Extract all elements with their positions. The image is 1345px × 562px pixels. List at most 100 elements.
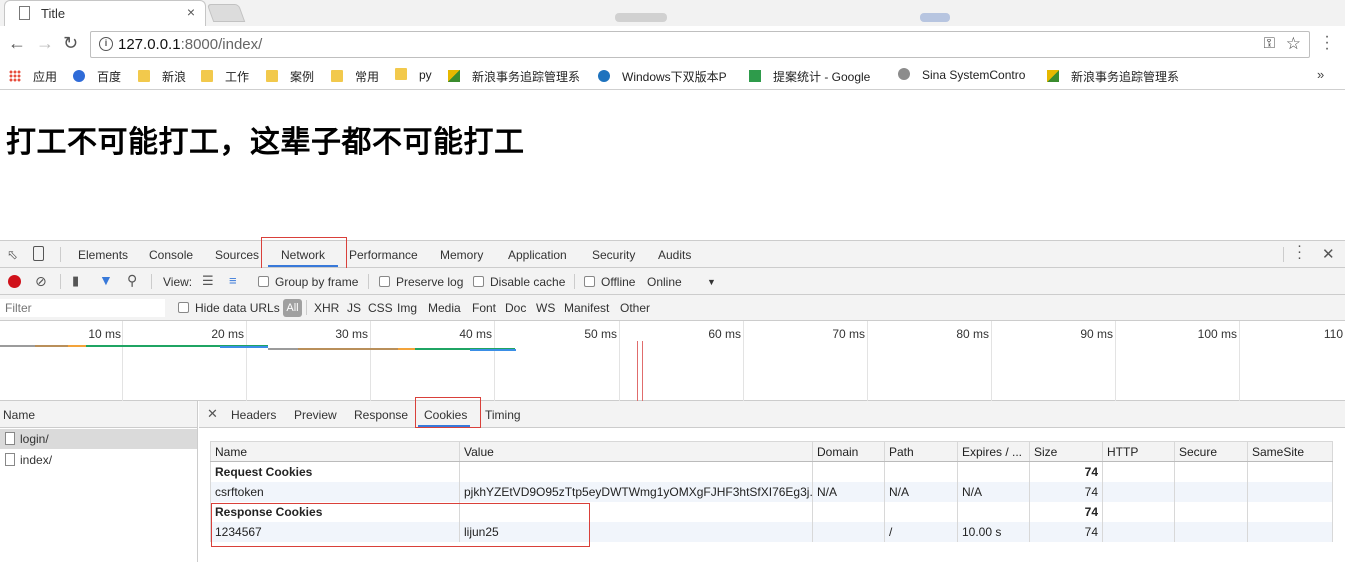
filter-manifest[interactable]: Manifest	[564, 301, 609, 315]
column-header[interactable]: Expires / ...	[957, 441, 1030, 462]
inspect-element-icon[interactable]: ⬁	[7, 247, 18, 263]
bookmark-item[interactable]: 新浪事务追踪管理系	[448, 68, 586, 84]
hide-data-urls-checkbox[interactable]: Hide data URLs	[178, 301, 280, 315]
filter-ws[interactable]: WS	[536, 301, 555, 315]
record-icon[interactable]	[8, 275, 21, 288]
tab-performance[interactable]: Performance	[349, 248, 418, 262]
cookie-row[interactable]: csrftoken pjkhYZEtVD9O95zTtp5eyDWTWmg1yO…	[210, 481, 1333, 502]
device-toolbar-icon[interactable]	[33, 246, 44, 261]
clear-icon[interactable]: ⊘	[35, 273, 47, 290]
tab-memory[interactable]: Memory	[440, 248, 483, 262]
request-list-header[interactable]: Name	[0, 401, 197, 428]
address-bar[interactable]: i 127.0.0.1:8000/index/ ⚿ ☆	[90, 31, 1310, 58]
throttling-select[interactable]: Online	[647, 275, 682, 289]
capture-screenshots-icon[interactable]: ▮	[72, 273, 79, 289]
filter-img[interactable]: Img	[397, 301, 417, 315]
column-header[interactable]: HTTP	[1102, 441, 1175, 462]
bookmark-item[interactable]: Windows下双版本P	[598, 68, 746, 84]
tab-preview[interactable]: Preview	[294, 408, 337, 422]
column-header[interactable]: Size	[1029, 441, 1103, 462]
column-header[interactable]: Name	[210, 441, 460, 462]
cookie-cell	[459, 461, 813, 482]
tab-application[interactable]: Application	[508, 248, 567, 262]
checkbox[interactable]	[584, 276, 595, 287]
google-sheets-icon	[749, 70, 761, 82]
checkbox[interactable]	[258, 276, 269, 287]
tab-timing[interactable]: Timing	[485, 408, 521, 422]
checkbox[interactable]	[473, 276, 484, 287]
group-by-frame-checkbox[interactable]: Group by frame	[258, 275, 358, 289]
new-tab-button[interactable]	[206, 4, 246, 22]
filter-css[interactable]: CSS	[368, 301, 393, 315]
filter-media[interactable]: Media	[428, 301, 461, 315]
highlight-box-response-cookies	[211, 503, 590, 547]
filter-xhr[interactable]: XHR	[314, 301, 339, 315]
back-arrow-icon[interactable]: ←	[8, 34, 26, 52]
bookmark-item[interactable]: 新浪事务追踪管理系	[1047, 68, 1185, 84]
tab-headers[interactable]: Headers	[231, 408, 276, 422]
checkbox[interactable]	[379, 276, 390, 287]
request-bar	[298, 348, 398, 350]
tab-console[interactable]: Console	[149, 248, 193, 262]
separator	[368, 274, 369, 289]
bookmark-item[interactable]: 提案统计 - Google	[749, 68, 885, 84]
bookmark-item[interactable]: 百度	[73, 68, 121, 84]
bookmark-item[interactable]: 应用	[9, 68, 57, 84]
list-view-icon[interactable]: ☰	[202, 273, 214, 289]
preserve-log-checkbox[interactable]: Preserve log	[379, 275, 463, 289]
network-overview-timeline[interactable]: 10 ms 20 ms 30 ms 40 ms 50 ms 60 ms 70 m…	[0, 321, 1345, 401]
bookmark-item[interactable]: 工作	[201, 68, 249, 84]
browser-menu-icon[interactable]: · · ·	[1322, 29, 1332, 57]
offline-checkbox[interactable]: Offline	[584, 275, 635, 289]
cookie-cell	[812, 461, 885, 482]
document-icon	[5, 453, 15, 466]
bookmark-item[interactable]: 常用	[331, 68, 379, 84]
bookmarks-bar: 应用 百度 新浪 工作 案例 常用 py 新浪事务追踪管理系 Windows下双…	[0, 62, 1345, 90]
column-header[interactable]: Path	[884, 441, 958, 462]
filter-all-button[interactable]: All	[283, 299, 302, 317]
reload-icon[interactable]: ↻	[63, 34, 78, 52]
request-bar	[398, 348, 415, 350]
bookmark-item[interactable]: 案例	[266, 68, 314, 84]
filter-other[interactable]: Other	[620, 301, 650, 315]
column-header[interactable]: Domain	[812, 441, 885, 462]
devtools-menu-icon[interactable]: · · ·	[1297, 238, 1302, 265]
waterfall-view-icon[interactable]: ≡	[229, 273, 237, 288]
timeline-tick-label: 110	[1323, 327, 1343, 341]
search-icon[interactable]: ⚲	[127, 272, 137, 289]
close-detail-icon[interactable]: ✕	[207, 406, 218, 422]
bookmark-item[interactable]: py	[395, 68, 432, 84]
browser-tab-title[interactable]: Title ×	[4, 0, 206, 26]
tab-sources[interactable]: Sources	[215, 248, 259, 262]
bookmarks-overflow-icon[interactable]: »	[1317, 67, 1324, 82]
tab-audits[interactable]: Audits	[658, 248, 691, 262]
checkbox[interactable]	[178, 302, 189, 313]
tab-elements[interactable]: Elements	[78, 248, 128, 262]
highlight-box-network	[261, 237, 347, 269]
url-text[interactable]: 127.0.0.1:8000/index/	[118, 36, 262, 53]
filter-funnel-icon[interactable]: ▼	[99, 272, 113, 288]
bookmark-item[interactable]: Sina SystemContro	[898, 68, 1036, 84]
filter-js[interactable]: JS	[347, 301, 361, 315]
site-info-icon[interactable]: i	[99, 37, 113, 51]
cookie-cell	[884, 461, 958, 482]
tab-close-icon[interactable]: ×	[187, 4, 195, 20]
bookmark-star-icon[interactable]: ☆	[1286, 34, 1301, 54]
bookmark-item[interactable]: 新浪	[138, 68, 186, 84]
column-header[interactable]: Secure	[1174, 441, 1248, 462]
filter-input[interactable]	[0, 299, 165, 317]
column-header[interactable]: Value	[459, 441, 813, 462]
close-devtools-icon[interactable]: ✕	[1322, 245, 1335, 263]
separator	[1283, 247, 1284, 262]
forward-arrow-icon[interactable]: →	[36, 34, 54, 52]
filter-font[interactable]: Font	[472, 301, 496, 315]
tab-response[interactable]: Response	[354, 408, 408, 422]
filter-doc[interactable]: Doc	[505, 301, 526, 315]
tab-security[interactable]: Security	[592, 248, 635, 262]
chevron-down-icon[interactable]: ▼	[707, 277, 716, 287]
key-icon[interactable]: ⚿	[1264, 35, 1275, 52]
disable-cache-checkbox[interactable]: Disable cache	[473, 275, 565, 289]
request-row-login[interactable]: login/	[0, 429, 197, 449]
request-row-index[interactable]: index/	[0, 450, 197, 470]
column-header[interactable]: SameSite	[1247, 441, 1333, 462]
